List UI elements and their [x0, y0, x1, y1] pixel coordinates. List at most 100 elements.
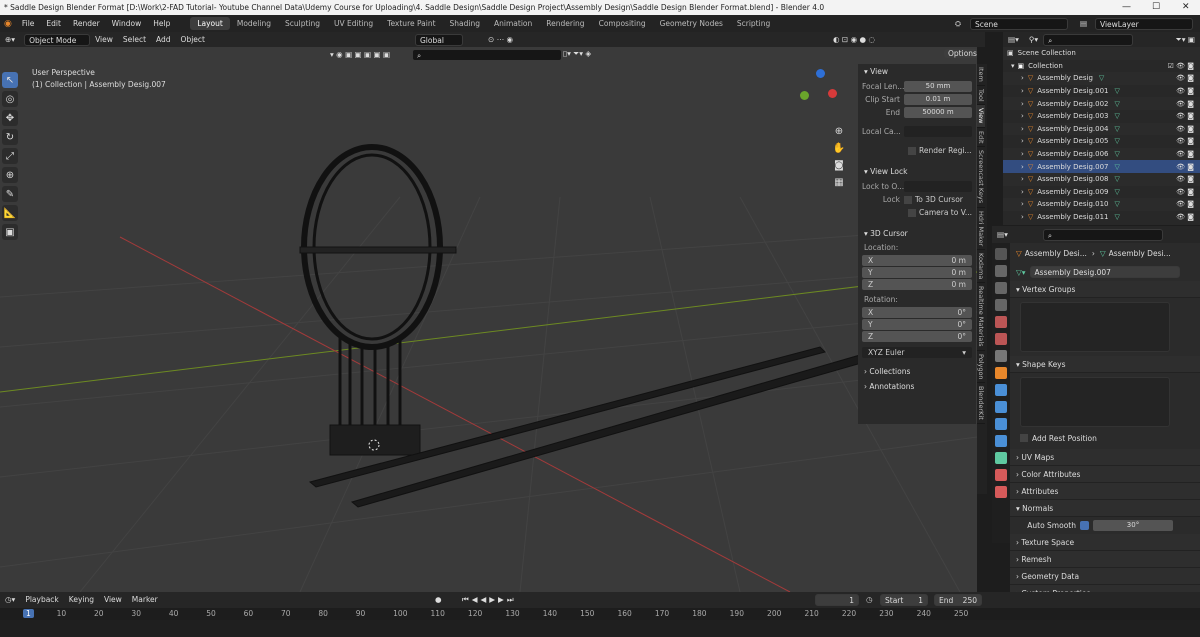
menu-object[interactable]: Object	[176, 35, 210, 44]
menu-edit[interactable]: Edit	[40, 19, 67, 28]
visibility-icons[interactable]: 👁 ◙	[1176, 100, 1200, 108]
breadcrumb-object[interactable]: Assembly Desi...	[1025, 249, 1087, 258]
add-cube-tool-icon[interactable]: ▣	[2, 224, 18, 240]
start-frame-field[interactable]: Start 1	[880, 593, 928, 606]
color-attributes-panel[interactable]: › Color Attributes	[1010, 466, 1200, 483]
expand-arrow-icon[interactable]: ›	[1003, 125, 1028, 133]
menu-file[interactable]: File	[16, 19, 41, 28]
tab-uv-editing[interactable]: UV Editing	[327, 17, 380, 30]
tab-screencast-keys[interactable]: Screencast Keys	[977, 147, 985, 208]
tab-polygon[interactable]: Polygon	[977, 351, 985, 384]
close-button[interactable]: ✕	[1182, 0, 1190, 15]
lock-to-object-field[interactable]	[904, 181, 972, 192]
camera-icon[interactable]: ◙	[832, 157, 846, 174]
view-lock-section-title[interactable]: ▾ View Lock	[858, 164, 976, 179]
outliner-item[interactable]: › ▽ Assembly Desig.007 ▽ 👁 ◙	[1003, 160, 1200, 173]
visibility-icons[interactable]: 👁 ◙	[1176, 150, 1200, 158]
geometry-data-panel[interactable]: › Geometry Data	[1010, 568, 1200, 585]
transform-tool-icon[interactable]: ⊕	[2, 167, 18, 183]
measure-tool-icon[interactable]: 📐	[2, 205, 18, 221]
outliner-item[interactable]: › ▽ Assembly Desig.005 ▽ 👁 ◙	[1003, 135, 1200, 148]
expand-arrow-icon[interactable]: ›	[1003, 87, 1028, 95]
clip-start-field[interactable]: 0.01 m	[904, 94, 972, 105]
local-camera-field[interactable]	[904, 126, 972, 137]
outliner-item[interactable]: › ▽ Assembly Desig.009 ▽ 👁 ◙	[1003, 186, 1200, 199]
expand-arrow-icon[interactable]: ›	[1003, 188, 1028, 196]
pan-hand-icon[interactable]: ✋	[832, 140, 846, 157]
expand-arrow-icon[interactable]: ›	[1003, 200, 1028, 208]
properties-search-input[interactable]: ⌕	[1042, 228, 1163, 241]
scale-tool-icon[interactable]: ⤢	[2, 148, 18, 164]
tab-texture-paint[interactable]: Texture Paint	[380, 17, 442, 30]
ortho-grid-icon[interactable]: ▦	[832, 174, 846, 191]
tool-tab-icon[interactable]	[995, 248, 1007, 260]
render-tab-icon[interactable]	[995, 265, 1007, 277]
particles-tab-icon[interactable]	[995, 401, 1007, 413]
attributes-panel[interactable]: › Attributes	[1010, 483, 1200, 500]
add-rest-position-checkbox[interactable]	[1020, 434, 1028, 442]
mesh-datablock-icon[interactable]: ▽▾	[1016, 268, 1030, 277]
menu-render[interactable]: Render	[67, 19, 106, 28]
view-layer-tab-icon[interactable]	[995, 299, 1007, 311]
properties-editor-icon[interactable]: ▤▾	[992, 230, 1013, 239]
modifier-tab-icon[interactable]	[995, 384, 1007, 396]
tab-scripting[interactable]: Scripting	[730, 17, 777, 30]
shape-keys-list[interactable]	[1020, 377, 1170, 427]
view-layer-selector[interactable]: ViewLayer	[1095, 17, 1193, 30]
menu-keying[interactable]: Keying	[64, 595, 99, 604]
viewport-filter-icons[interactable]: ▾ ◉ ▣ ▣ ▣ ▣ ▣	[330, 50, 390, 59]
tab-item[interactable]: Item	[977, 64, 985, 86]
shape-keys-panel[interactable]: ▾ Shape Keys	[1010, 356, 1200, 373]
scene-collection-row[interactable]: ▣ Scene Collection	[1003, 47, 1200, 60]
menu-select[interactable]: Select	[118, 35, 151, 44]
rotation-mode-selector[interactable]: XYZ Euler ▾	[862, 347, 972, 358]
visibility-icons[interactable]: 👁 ◙	[1176, 200, 1200, 208]
expand-arrow-icon[interactable]: ›	[1003, 150, 1028, 158]
visibility-icons[interactable]: 👁 ◙	[1176, 87, 1200, 95]
3d-viewport[interactable]: User Perspective (1) Collection | Assemb…	[0, 47, 977, 592]
remesh-panel[interactable]: › Remesh	[1010, 551, 1200, 568]
end-frame-field[interactable]: End 250	[934, 593, 982, 606]
cursor-location-z[interactable]: Z0 m	[862, 279, 972, 290]
vertex-groups-list[interactable]	[1020, 302, 1170, 352]
gizmo-z-icon[interactable]	[816, 69, 825, 78]
gizmo-y-icon[interactable]	[800, 91, 809, 100]
render-region-checkbox[interactable]	[908, 146, 916, 155]
texture-space-panel[interactable]: › Texture Space	[1010, 534, 1200, 551]
tab-tool[interactable]: Tool	[977, 86, 985, 106]
world-tab-icon[interactable]	[995, 333, 1007, 345]
to-3d-cursor-checkbox[interactable]	[904, 195, 912, 204]
expand-arrow-icon[interactable]: ›	[1003, 137, 1028, 145]
visibility-icons[interactable]: 👁 ◙	[1176, 74, 1200, 82]
tab-blenderkit[interactable]: BlenderKit	[977, 383, 985, 425]
cursor-rotation-x[interactable]: X 0°	[862, 307, 972, 318]
expand-arrow-icon[interactable]: ▾	[1003, 62, 1018, 70]
outliner-item[interactable]: › ▽ Assembly Desig.003 ▽ 👁 ◙	[1003, 110, 1200, 123]
timeline-ruler[interactable]: 1 10 20 30 40 50 60 70 80 90 100 110 120 130 140 150 160…	[0, 608, 1200, 620]
visibility-icons[interactable]: 👁 ◙	[1176, 213, 1200, 221]
menu-window[interactable]: Window	[106, 19, 148, 28]
3d-cursor-section-title[interactable]: ▾ 3D Cursor	[858, 226, 976, 241]
outliner-item[interactable]: › ▽ Assembly Desig.010 ▽ 👁 ◙	[1003, 198, 1200, 211]
stopwatch-icon[interactable]: ◷	[866, 595, 873, 604]
zoom-icon[interactable]: ⊕	[832, 123, 846, 140]
outliner-item[interactable]: › ▽ Assembly Desig.008 ▽ 👁 ◙	[1003, 172, 1200, 186]
tab-sculpting[interactable]: Sculpting	[278, 17, 327, 30]
current-frame-field[interactable]: 1	[815, 593, 859, 606]
navigation-gizmo[interactable]	[800, 69, 840, 109]
collections-section[interactable]: › Collections	[858, 364, 976, 379]
tab-rendering[interactable]: Rendering	[539, 17, 591, 30]
expand-arrow-icon[interactable]: ›	[1003, 213, 1028, 221]
select-tool-icon[interactable]: ↖	[2, 72, 18, 88]
mesh-name-field[interactable]: Assembly Desig.007	[1029, 266, 1180, 278]
gizmo-x-icon[interactable]	[828, 89, 837, 98]
outliner-item[interactable]: › ▽ Assembly Desig.001 ▽ 👁 ◙	[1003, 85, 1200, 98]
scene-tab-icon[interactable]	[995, 316, 1007, 328]
record-icon[interactable]: ●	[435, 595, 442, 604]
annotate-tool-icon[interactable]: ✎	[2, 186, 18, 202]
tab-modeling[interactable]: Modeling	[230, 17, 278, 30]
expand-arrow-icon[interactable]: ›	[1003, 175, 1028, 183]
cursor-location-y[interactable]: Y0 m	[862, 267, 972, 278]
tab-geometry-nodes[interactable]: Geometry Nodes	[653, 17, 730, 30]
tab-compositing[interactable]: Compositing	[592, 17, 653, 30]
